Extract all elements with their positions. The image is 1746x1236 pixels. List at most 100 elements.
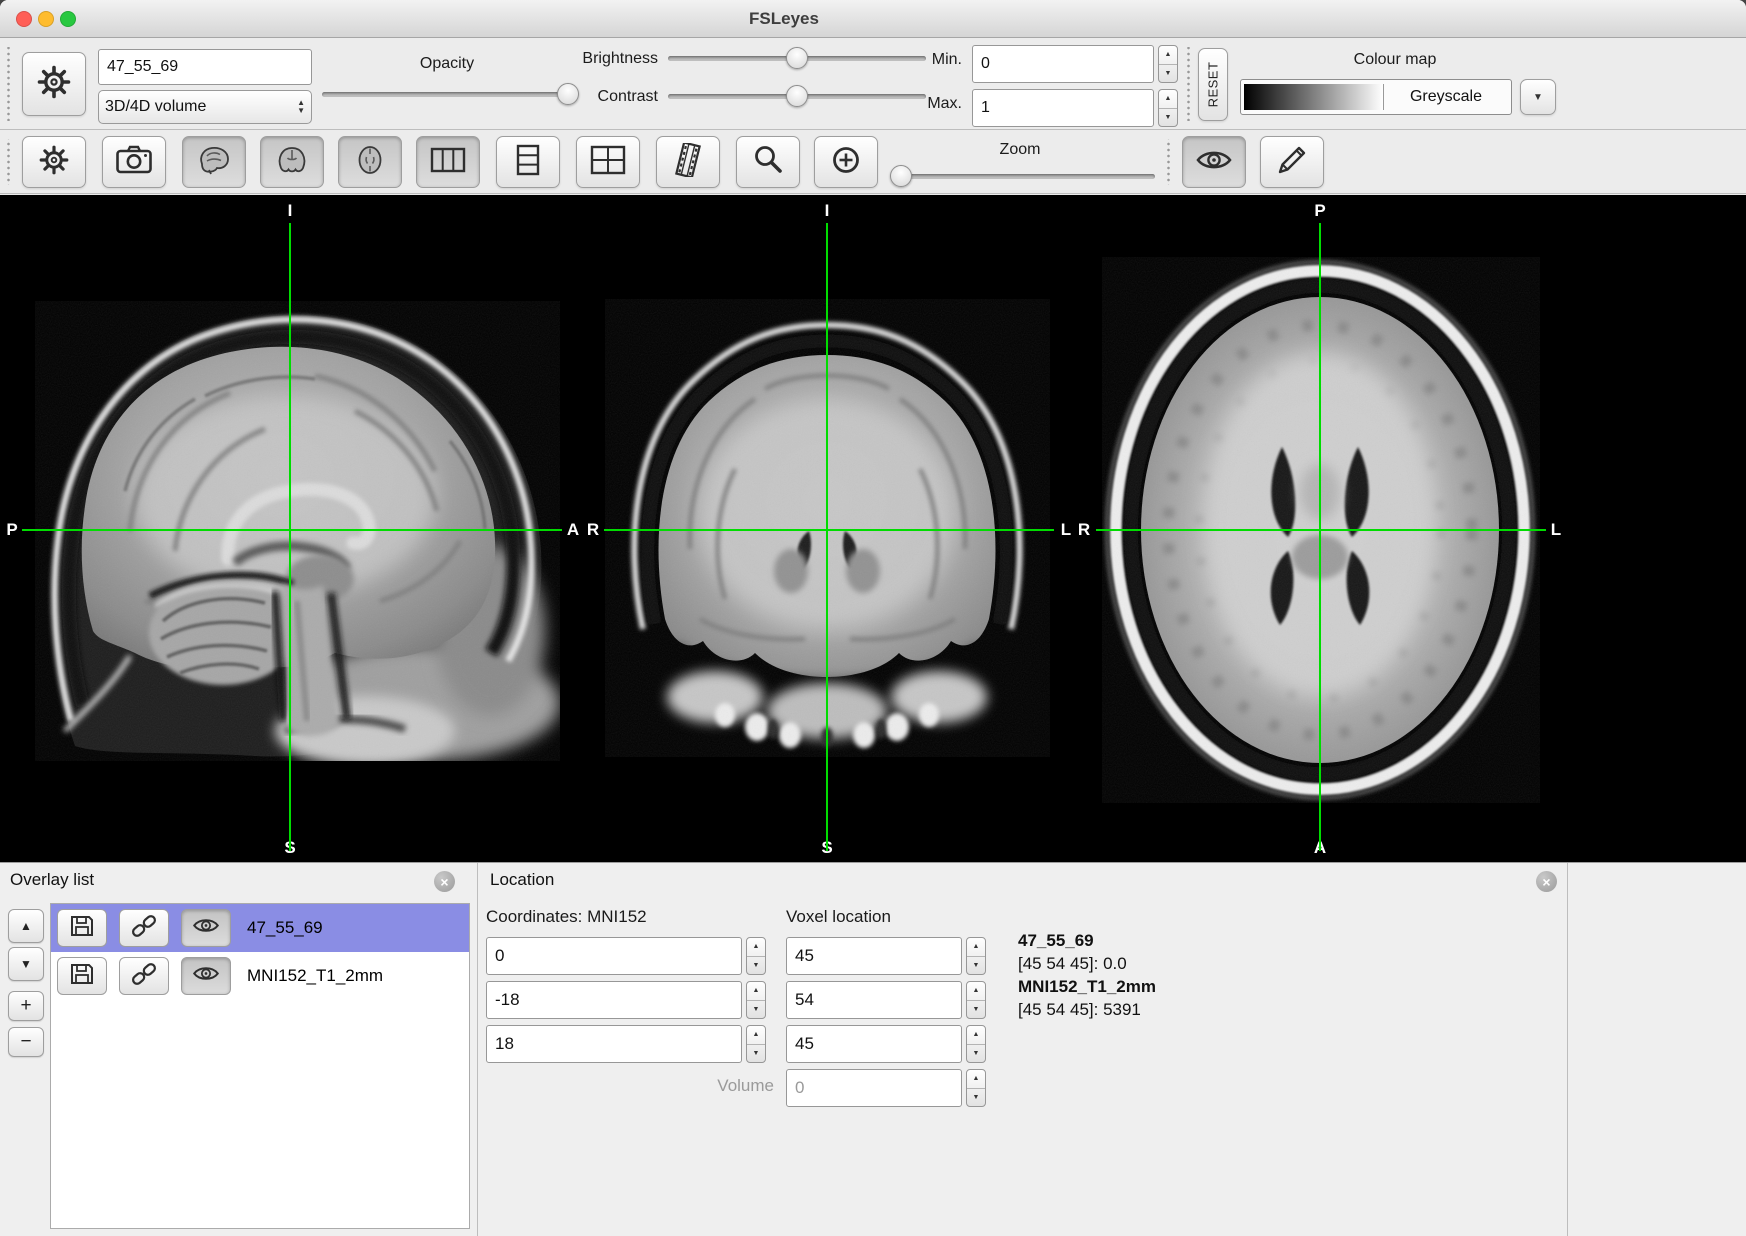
view-mode-button[interactable] (1182, 136, 1246, 188)
zoom-in-button[interactable] (814, 136, 878, 188)
axial-view[interactable]: P R L A (1074, 195, 1568, 862)
close-icon: × (1542, 874, 1550, 890)
overlay-name-input[interactable] (98, 49, 312, 85)
crosshair-horizontal (604, 529, 1054, 531)
layout-horizontal-button[interactable] (576, 136, 640, 188)
world-y-spinner[interactable]: ▲▼ (746, 981, 766, 1019)
overlay-list-item[interactable]: 47_55_69 (51, 904, 469, 952)
max-input[interactable] (972, 89, 1154, 127)
world-x-spinner[interactable]: ▲▼ (746, 937, 766, 975)
world-z-spinner[interactable]: ▲▼ (746, 1025, 766, 1063)
link-overlay-button[interactable] (119, 957, 169, 995)
toggle-sagittal-button[interactable] (182, 136, 246, 188)
reset-label: RESET (1206, 62, 1221, 108)
reset-button[interactable]: RESET (1198, 48, 1228, 121)
contrast-slider[interactable] (668, 85, 926, 107)
voxel-y-input[interactable] (786, 981, 962, 1019)
layout-vertical-button[interactable] (496, 136, 560, 188)
voxel-x-input[interactable] (786, 937, 962, 975)
minus-icon: − (20, 1031, 31, 1053)
gear-icon (37, 65, 71, 104)
plus-icon: + (20, 995, 31, 1017)
edit-mode-button[interactable] (1260, 136, 1324, 188)
gear-icon (39, 145, 69, 180)
title-bar: FSLeyes (0, 0, 1746, 38)
colour-map-value: Greyscale (1384, 88, 1508, 106)
info-overlay-value: [45 54 45]: 0.0 (1018, 952, 1156, 975)
max-spinner[interactable]: ▲▼ (1158, 89, 1178, 127)
world-y-input[interactable] (486, 981, 742, 1019)
orientation-label-left: P (6, 520, 17, 540)
save-overlay-button[interactable] (57, 957, 107, 995)
layout-grid-button[interactable] (416, 136, 480, 188)
move-overlay-down-button[interactable]: ▼ (8, 947, 44, 981)
axial-brain-icon (351, 144, 389, 181)
zoom-slider[interactable] (893, 165, 1155, 187)
film-strip-icon (670, 143, 706, 182)
min-spinner[interactable]: ▲▼ (1158, 45, 1178, 83)
move-overlay-up-button[interactable]: ▲ (8, 909, 44, 943)
toolbar-drag-handle[interactable] (6, 139, 11, 185)
overlay-list-item[interactable]: MNI152_T1_2mm (51, 952, 469, 1000)
overlay-list-panel: Overlay list × ▲ ▼ + − 47_55_69 MNI152_T… (0, 863, 478, 1236)
slider-thumb[interactable] (890, 165, 912, 187)
brightness-label: Brightness (540, 50, 658, 68)
zoom-label: Zoom (940, 141, 1100, 159)
min-input[interactable] (972, 45, 1154, 83)
sagittal-view[interactable]: I P A S (0, 195, 582, 862)
movie-mode-button[interactable] (656, 136, 720, 188)
slider-thumb[interactable] (786, 85, 808, 107)
info-overlay-value: [45 54 45]: 5391 (1018, 998, 1156, 1021)
colour-map-control[interactable]: Greyscale (1240, 79, 1512, 115)
close-overlay-list-button[interactable]: × (434, 871, 455, 892)
info-overlay-name: 47_55_69 (1018, 929, 1156, 952)
link-overlay-button[interactable] (119, 909, 169, 947)
voxel-x-spinner[interactable]: ▲▼ (966, 937, 986, 975)
overlay-display-settings-button[interactable] (22, 52, 86, 116)
ortho-view-canvas: I P A S (0, 195, 1746, 862)
toolbar-drag-handle[interactable] (1186, 47, 1191, 121)
volume-input[interactable] (786, 1069, 962, 1107)
ortho-settings-button[interactable] (22, 136, 86, 188)
ortho-toolbar: Zoom (0, 131, 1746, 194)
voxel-z-spinner[interactable]: ▲▼ (966, 1025, 986, 1063)
overlay-type-select[interactable]: 3D/4D volume ▲▼ (98, 90, 312, 124)
reset-zoom-button[interactable] (736, 136, 800, 188)
slider-track (893, 174, 1155, 179)
volume-spinner[interactable]: ▲▼ (966, 1069, 986, 1107)
overlay-name: 47_55_69 (247, 918, 323, 938)
magnifier-icon (751, 143, 785, 182)
toggle-visibility-button[interactable] (181, 909, 231, 947)
circled-plus-icon (829, 143, 863, 182)
orientation-label-top: I (825, 201, 830, 221)
toggle-axial-button[interactable] (338, 136, 402, 188)
window-title: FSLeyes (0, 0, 1568, 38)
vertical-layout-icon (513, 144, 543, 181)
crosshair-vertical (1319, 223, 1321, 851)
save-overlay-button[interactable] (57, 909, 107, 947)
overlay-type-value: 3D/4D volume (105, 98, 206, 116)
colour-map-dropdown-button[interactable]: ▼ (1520, 79, 1556, 115)
add-overlay-button[interactable]: + (8, 991, 44, 1021)
close-icon: × (440, 874, 448, 890)
save-icon (69, 962, 95, 991)
greyscale-gradient-icon (1244, 84, 1384, 110)
close-location-button[interactable]: × (1536, 871, 1557, 892)
brightness-slider[interactable] (668, 47, 926, 69)
screenshot-button[interactable] (102, 136, 166, 188)
voxel-z-input[interactable] (786, 1025, 962, 1063)
orientation-label-top: I (288, 201, 293, 221)
orientation-label-right: A (567, 520, 579, 540)
overlay-list: 47_55_69 MNI152_T1_2mm (50, 903, 470, 1229)
remove-overlay-button[interactable]: − (8, 1027, 44, 1057)
world-x-input[interactable] (486, 937, 742, 975)
world-z-input[interactable] (486, 1025, 742, 1063)
toolbar-drag-handle[interactable] (6, 47, 11, 121)
toggle-visibility-button[interactable] (181, 957, 231, 995)
toggle-coronal-button[interactable] (260, 136, 324, 188)
max-label: Max. (896, 95, 962, 113)
coronal-view[interactable]: I R L S (582, 195, 1074, 862)
toolbar-drag-handle[interactable] (1166, 139, 1171, 185)
slider-thumb[interactable] (786, 47, 808, 69)
voxel-y-spinner[interactable]: ▲▼ (966, 981, 986, 1019)
